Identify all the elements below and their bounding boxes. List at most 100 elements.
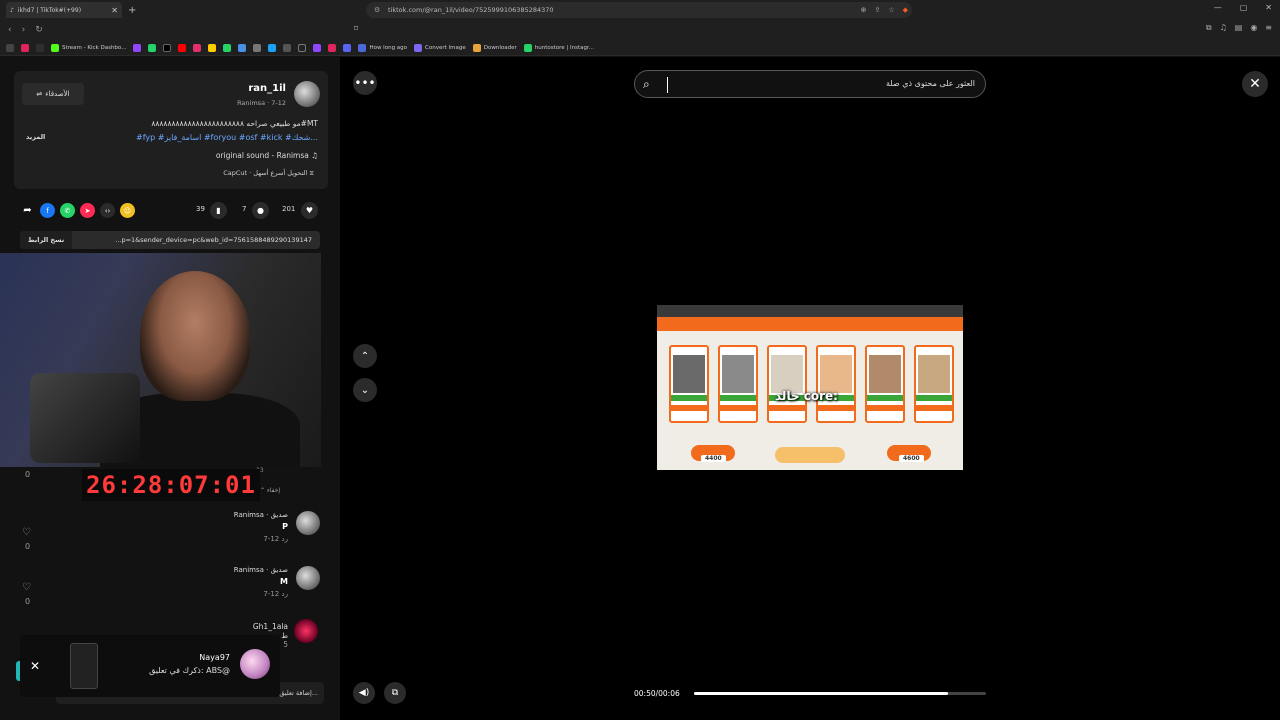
close-icon[interactable]: ✕ <box>30 659 40 673</box>
friends-button[interactable]: ⇌ الأصدقاء <box>22 83 84 105</box>
notification-thumbnail[interactable] <box>70 643 98 689</box>
zoom-icon[interactable]: ⊕ <box>861 6 867 14</box>
left-panel: ⇌ الأصدقاء ran_1il Ranimsa · 7-12 مو طبي… <box>0 57 340 720</box>
bookmark-save-icon[interactable]: ▮ <box>210 202 227 219</box>
comment-date[interactable]: 7-12 رد <box>263 590 288 598</box>
close-video-button[interactable]: ✕ <box>1242 71 1268 97</box>
profile-icon[interactable]: ◉ <box>1250 23 1257 33</box>
capcut-link[interactable]: CapCut · التحويل أسرع أسهل ⧖ <box>223 169 314 178</box>
bookmark-convert-image[interactable]: Convert Image <box>414 43 466 52</box>
previous-video-button[interactable]: ⌃ <box>353 344 377 368</box>
notification-toast[interactable]: ✕ Naya97 ذكرك في تعليق: ABS@ <box>20 635 280 697</box>
comment-date[interactable]: 7-12 رد <box>263 535 288 543</box>
next-video-button[interactable]: ⌄ <box>353 378 377 402</box>
username[interactable]: ran_1il <box>248 83 286 94</box>
heart-outline-icon[interactable]: ♡ <box>22 527 31 538</box>
comment-avatar[interactable] <box>294 619 318 643</box>
sidebar-icon[interactable]: ▤ <box>1235 23 1243 33</box>
related-search-field[interactable]: ⌕ العثور على محتوى ذي صلة <box>634 70 986 98</box>
video-subtitle: خالد core: <box>775 389 838 403</box>
heart-outline-icon[interactable]: ♡ <box>22 582 31 593</box>
reload-icon[interactable]: ↻ <box>35 25 43 35</box>
bookmark-icon[interactable] <box>21 43 29 52</box>
star-icon[interactable]: ☆ <box>888 6 894 14</box>
bookmark-icon[interactable] <box>298 43 307 52</box>
url-text: tiktok.com/@ran_1il/video/75259991063852… <box>388 6 554 14</box>
apps-icon[interactable] <box>6 43 14 52</box>
notification-name: Naya97 <box>199 653 230 662</box>
bookmark-icon[interactable] <box>208 43 217 52</box>
whatsapp-icon[interactable] <box>148 43 157 52</box>
bookmark-icon[interactable] <box>223 43 232 52</box>
bookmark-icon[interactable] <box>313 43 322 52</box>
search-icon[interactable]: ⌕ <box>643 77 650 92</box>
microphone <box>30 373 140 463</box>
notification-text: ذكرك في تعليق: ABS@ <box>149 666 230 675</box>
bookmark-page-icon[interactable]: ⌑ <box>354 24 358 33</box>
comment-likes: 0 <box>25 597 31 606</box>
twitch-icon[interactable] <box>133 43 142 52</box>
forward-icon[interactable]: › <box>22 25 26 35</box>
comment-avatar[interactable] <box>296 566 320 590</box>
new-tab-button[interactable]: + <box>128 5 136 16</box>
copy-link-button[interactable]: نسخ الرابط <box>20 231 72 249</box>
bookmark-kick[interactable]: Stream - Kick Dashbo... <box>51 43 126 52</box>
more-options-icon[interactable]: ••• <box>353 71 377 95</box>
comment-author[interactable]: Ranimsa · صديق <box>234 566 288 574</box>
share-icon[interactable]: ➦ <box>20 203 35 218</box>
youtube-icon[interactable] <box>178 43 187 52</box>
window-controls: — ▢ ✕ <box>1214 3 1272 12</box>
address-bar-row: ‹ › ↻ <box>0 20 1280 40</box>
comment-icon[interactable]: ● <box>252 202 269 219</box>
share-page-icon[interactable]: ⇪ <box>874 6 880 14</box>
x-icon[interactable] <box>163 43 172 52</box>
comment-avatar[interactable] <box>296 511 320 535</box>
bookmark-icon[interactable] <box>268 43 277 52</box>
close-window-icon[interactable]: ✕ <box>1265 3 1272 12</box>
more-button[interactable]: المزيد <box>26 133 45 141</box>
url-actions: ⊕ ⇪ ☆ ◆ <box>861 6 908 14</box>
sound-link[interactable]: original sound - Ranimsa ♫ <box>216 151 318 160</box>
tab-tiktok[interactable]: ♪ ikhd7 | TikTok#(+99) ✕ <box>6 2 122 18</box>
notification-avatar[interactable] <box>240 649 270 679</box>
bookmark-huntostore[interactable]: huntostore | Instagr... <box>523 43 594 52</box>
progress-bar[interactable] <box>694 692 986 695</box>
close-tab-icon[interactable]: ✕ <box>111 6 118 15</box>
bookmark-icon[interactable] <box>328 43 337 52</box>
share-link-text[interactable]: ...p=1&sender_device=pc&web_id=756158848… <box>72 236 320 244</box>
menu-icon[interactable]: ≡ <box>1265 23 1272 33</box>
url-field[interactable]: ⚙ tiktok.com/@ran_1il/video/752599910638… <box>366 2 912 18</box>
caption-hashtags[interactable]: #fyp #اسامة_فايز #foryou #osf #kick #شحك… <box>136 133 318 142</box>
bookmark-icon[interactable] <box>343 43 352 52</box>
site-info-icon[interactable]: ⚙ <box>374 6 380 14</box>
bookmark-icon[interactable] <box>36 43 44 52</box>
hide-replies-button[interactable]: ⌃ إخفاء <box>260 487 280 494</box>
bookmark-downloader[interactable]: Downloader <box>472 43 517 52</box>
bookmark-icon[interactable] <box>238 43 247 52</box>
chevron-up-icon: ⌃ <box>260 487 266 494</box>
game-card <box>718 345 758 423</box>
minimize-icon[interactable]: — <box>1214 3 1222 12</box>
volume-icon[interactable]: ◀) <box>353 682 375 704</box>
bookmark-icon[interactable] <box>283 43 292 52</box>
embed-icon[interactable]: ‹› <box>100 203 115 218</box>
comment-author[interactable]: Ranimsa · صديق <box>234 511 288 519</box>
maximize-icon[interactable]: ▢ <box>1240 3 1248 12</box>
back-icon[interactable]: ‹ <box>8 25 12 35</box>
heart-icon[interactable]: ♥ <box>301 202 318 219</box>
avatar[interactable] <box>294 81 320 107</box>
media-icon[interactable]: ♫ <box>1220 23 1227 33</box>
like-count-zero: 0 <box>25 470 31 479</box>
picture-in-picture-icon[interactable]: ⧉ <box>384 682 406 704</box>
coin-icon[interactable]: ☺ <box>120 203 135 218</box>
facebook-icon[interactable]: f <box>40 203 55 218</box>
shield-icon[interactable]: ◆ <box>903 6 908 14</box>
whatsapp-share-icon[interactable]: ✆ <box>60 203 75 218</box>
tab-title: ikhd7 | TikTok#(+99) <box>17 6 82 14</box>
instagram-icon[interactable] <box>193 43 202 52</box>
bookmark-icon[interactable] <box>253 43 262 52</box>
game-card <box>767 345 807 423</box>
send-icon[interactable]: ➤ <box>80 203 95 218</box>
bookmark-how-long-ago[interactable]: How long ago <box>358 43 407 52</box>
extensions-icon[interactable]: ⧉ <box>1206 23 1212 33</box>
